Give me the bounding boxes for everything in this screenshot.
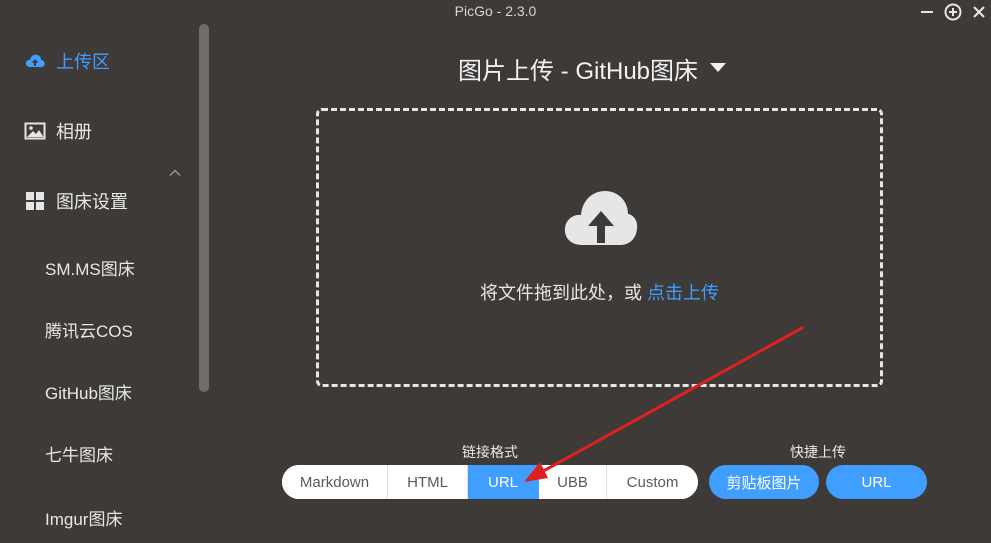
sidebar-subitem-label: 腾讯云COS	[45, 321, 133, 341]
maximize-icon[interactable]	[943, 2, 963, 22]
sidebar-subitem-tencent-cos[interactable]: 腾讯云COS	[45, 315, 133, 343]
sidebar-subitem-smms[interactable]: SM.MS图床	[45, 253, 135, 281]
close-icon[interactable]	[969, 2, 989, 22]
sidebar-subitem-label: GitHub图床	[45, 383, 132, 403]
picgo-window: PicGo - 2.3.0 上传区 相册 图床设置 SM.MS图床 腾讯云COS…	[0, 0, 991, 543]
sidebar-subitem-label: SM.MS图床	[45, 259, 135, 279]
format-html-button[interactable]: HTML	[388, 465, 468, 499]
page-title: 图片上传 - GitHub图床	[458, 57, 699, 85]
image-icon	[24, 122, 46, 140]
sidebar-subitem-label: Imgur图床	[45, 509, 123, 529]
format-url-button[interactable]: URL	[468, 465, 539, 499]
title-bar: PicGo - 2.3.0	[0, 0, 991, 24]
click-to-upload-link[interactable]: 点击上传	[647, 283, 719, 303]
url-upload-button[interactable]: URL	[826, 465, 927, 499]
chevron-up-icon[interactable]	[168, 166, 182, 180]
link-format-group: Markdown HTML URL UBB Custom	[282, 465, 698, 499]
grid-icon	[26, 192, 44, 210]
sidebar-subitem-github[interactable]: GitHub图床	[45, 377, 132, 405]
sidebar-item-gallery[interactable]: 相册	[24, 117, 92, 145]
upload-cloud-icon	[25, 54, 45, 67]
sidebar-scrollbar[interactable]	[199, 24, 209, 392]
sidebar-item-upload[interactable]: 上传区	[24, 47, 110, 75]
format-custom-button[interactable]: Custom	[607, 465, 698, 499]
format-ubb-button[interactable]: UBB	[539, 465, 607, 499]
sidebar-item-label: 相册	[56, 122, 92, 142]
sidebar-item-label: 图床设置	[56, 192, 128, 212]
upload-dropzone[interactable]: 将文件拖到此处，或 点击上传	[316, 108, 883, 387]
link-format-label: 链接格式	[462, 444, 518, 460]
sidebar-subitem-label: 七牛图床	[45, 445, 113, 465]
dropzone-text: 将文件拖到此处，或 点击上传	[319, 279, 880, 305]
minimize-icon[interactable]	[917, 2, 937, 22]
clipboard-image-upload-button[interactable]: 剪贴板图片	[709, 465, 819, 499]
sidebar-item-image-host-settings[interactable]: 图床设置	[24, 187, 128, 215]
window-title: PicGo - 2.3.0	[454, 3, 537, 19]
image-host-picker[interactable]: 图片上传 - GitHub图床	[458, 52, 727, 85]
quick-upload-label: 快捷上传	[790, 444, 846, 460]
upload-cloud-icon	[564, 191, 638, 245]
sidebar-subitem-imgur[interactable]: Imgur图床	[45, 503, 122, 531]
sidebar-subitem-qiniu[interactable]: 七牛图床	[45, 439, 113, 467]
sidebar-item-label: 上传区	[56, 52, 110, 72]
caret-down-icon	[710, 63, 727, 72]
format-markdown-button[interactable]: Markdown	[282, 465, 388, 499]
dropzone-hint: 将文件拖到此处，或	[479, 283, 642, 303]
